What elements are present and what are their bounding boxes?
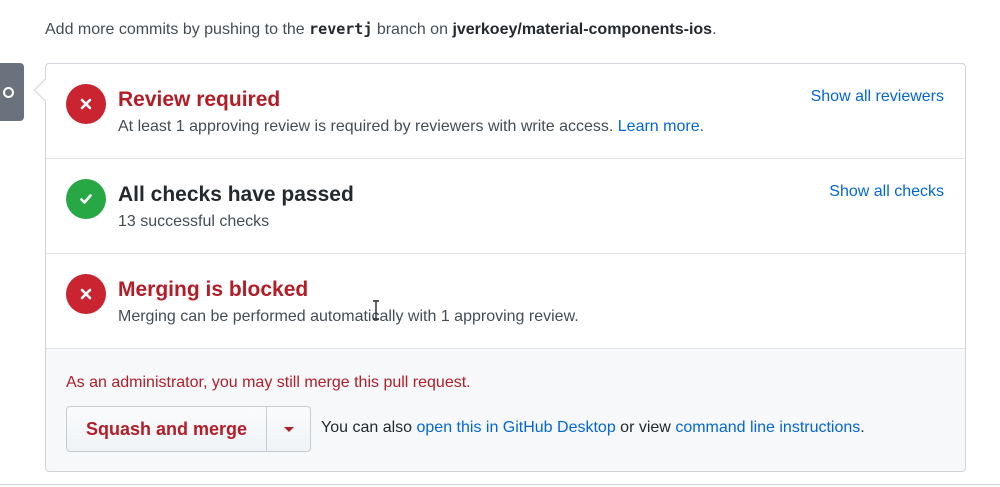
learn-more-link[interactable]: Learn more. (618, 118, 704, 135)
merge-button-group: Squash and merge (66, 406, 311, 452)
bottom-divider (0, 484, 1000, 485)
hint-prefix: Add more commits by pushing to the (45, 21, 305, 38)
review-required-title: Review required (118, 88, 281, 111)
hint-suffix: . (712, 21, 717, 38)
merge-timeline-badge (0, 63, 24, 121)
merge-action-area: As an administrator, you may still merge… (46, 349, 965, 471)
review-status-x-icon (66, 84, 106, 124)
page: Add more commits by pushing to the rever… (0, 0, 1000, 487)
review-required-section: Review required At least 1 approving rev… (46, 64, 965, 159)
push-hint: Add more commits by pushing to the rever… (45, 20, 717, 39)
branch-name: revertj (309, 20, 373, 38)
merge-blocked-section: Merging is blocked Merging can be perfor… (46, 254, 965, 349)
open-in-desktop-link[interactable]: open this in GitHub Desktop (417, 419, 616, 436)
show-all-reviewers-link[interactable]: Show all reviewers (811, 88, 944, 106)
alt-suffix: . (860, 419, 865, 436)
git-merge-icon (2, 86, 14, 98)
checks-description: 13 successful checks (118, 213, 270, 230)
command-line-instructions-link[interactable]: command line instructions (675, 419, 860, 436)
hint-middle: branch on (376, 21, 448, 38)
caret-down-icon (283, 426, 294, 432)
squash-and-merge-button[interactable]: Squash and merge (67, 407, 267, 451)
merge-status-x-icon (66, 274, 106, 314)
show-all-checks-link[interactable]: Show all checks (829, 183, 944, 201)
text-cursor-icon (373, 300, 379, 320)
review-required-description: At least 1 approving review is required … (118, 118, 704, 136)
merge-blocked-description: Merging can be performed automatically w… (118, 308, 579, 325)
checks-status-check-icon (66, 179, 106, 219)
admin-merge-note: As an administrator, you may still merge… (66, 374, 471, 391)
alt-middle: or view (620, 419, 671, 436)
merge-method-dropdown[interactable] (267, 407, 310, 451)
merge-status-panel: Review required At least 1 approving rev… (33, 63, 966, 472)
checks-title: All checks have passed (118, 183, 354, 206)
checks-section: All checks have passed 13 successful che… (46, 159, 965, 254)
merge-alternatives: You can also open this in GitHub Desktop… (321, 419, 865, 437)
merge-blocked-title: Merging is blocked (118, 278, 309, 301)
review-description-text: At least 1 approving review is required … (118, 118, 614, 135)
alt-prefix: You can also (321, 419, 413, 436)
repo-name: jverkoey/material-components-ios (452, 21, 713, 38)
